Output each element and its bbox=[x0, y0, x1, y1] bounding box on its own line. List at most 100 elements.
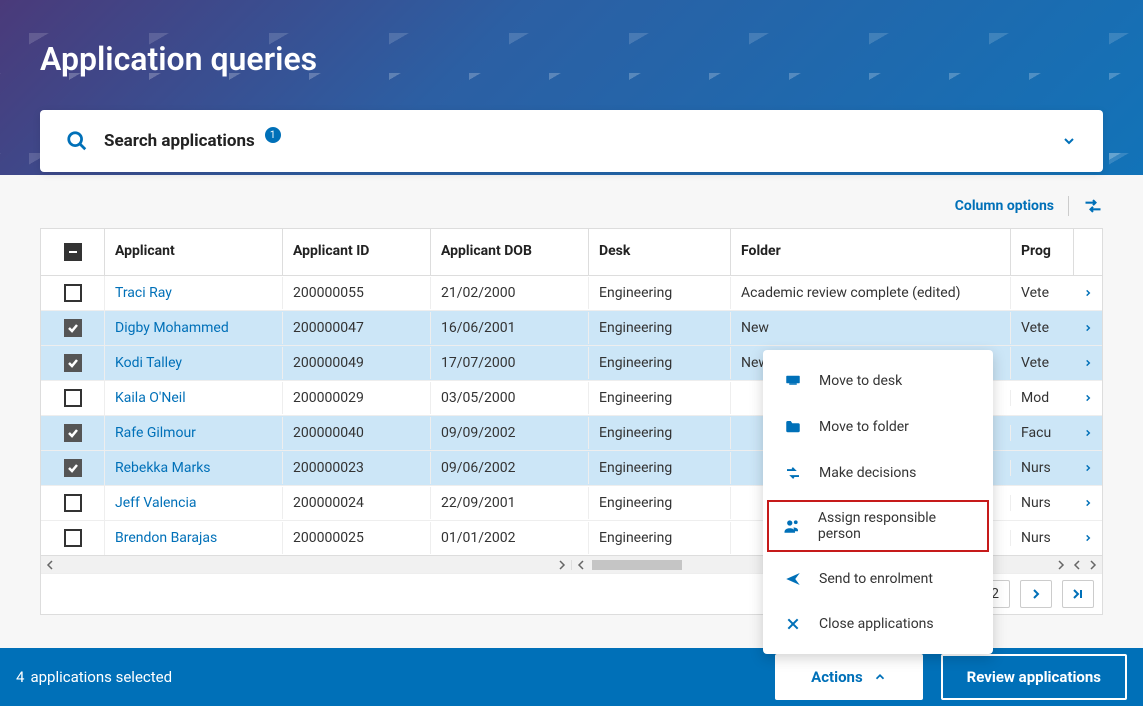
chevron-up-icon bbox=[873, 670, 887, 684]
menu-label: Make decisions bbox=[819, 465, 916, 481]
actions-label: Actions bbox=[811, 668, 863, 686]
applicant-program: Nurs bbox=[1011, 487, 1074, 519]
search-icon bbox=[66, 130, 88, 152]
applicant-link[interactable]: Kaila O'Neil bbox=[115, 390, 186, 406]
row-expand-button[interactable] bbox=[1074, 489, 1102, 517]
menu-label: Move to desk bbox=[819, 373, 902, 389]
collapse-columns-icon[interactable] bbox=[1083, 198, 1103, 214]
row-expand-button[interactable] bbox=[1074, 524, 1102, 552]
applicant-folder: New bbox=[731, 312, 1011, 344]
applicant-desk: Engineering bbox=[589, 277, 731, 309]
applicant-link[interactable]: Rebekka Marks bbox=[115, 460, 211, 476]
applicant-link[interactable]: Traci Ray bbox=[115, 285, 172, 301]
decision-icon bbox=[783, 464, 803, 482]
scroll-left-icon[interactable] bbox=[1072, 560, 1082, 570]
row-checkbox[interactable] bbox=[64, 424, 82, 442]
applicant-dob: 03/05/2000 bbox=[431, 382, 589, 414]
row-checkbox[interactable] bbox=[64, 284, 82, 302]
toolbar-divider bbox=[1068, 196, 1069, 216]
row-expand-button[interactable] bbox=[1074, 454, 1102, 482]
applicant-program: Vete bbox=[1011, 347, 1074, 379]
applicant-desk: Engineering bbox=[589, 522, 731, 554]
row-checkbox[interactable] bbox=[64, 494, 82, 512]
review-label: Review applications bbox=[967, 668, 1101, 686]
col-header-applicant-id[interactable]: Applicant ID bbox=[283, 229, 431, 275]
applicant-id: 200000023 bbox=[283, 452, 431, 484]
page-title: Application queries bbox=[40, 40, 1103, 78]
row-checkbox[interactable] bbox=[64, 529, 82, 547]
send-icon bbox=[783, 570, 803, 588]
scroll-right-icon[interactable] bbox=[1088, 560, 1098, 570]
scroll-right-icon[interactable] bbox=[557, 560, 567, 570]
menu-make-decisions[interactable]: Make decisions bbox=[763, 450, 993, 496]
applicant-desk: Engineering bbox=[589, 417, 731, 449]
row-expand-button[interactable] bbox=[1074, 314, 1102, 342]
table-row[interactable]: Traci Ray20000005521/02/2000EngineeringA… bbox=[41, 276, 1102, 311]
applicant-program: Nurs bbox=[1011, 522, 1074, 554]
menu-send-to-enrolment[interactable]: Send to enrolment bbox=[763, 556, 993, 602]
row-expand-button[interactable] bbox=[1074, 349, 1102, 377]
menu-move-to-folder[interactable]: Move to folder bbox=[763, 404, 993, 450]
applicant-link[interactable]: Kodi Talley bbox=[115, 355, 182, 371]
menu-label: Send to enrolment bbox=[819, 571, 933, 587]
col-header-program[interactable]: Prog bbox=[1011, 229, 1074, 275]
applicant-id: 200000029 bbox=[283, 382, 431, 414]
column-options-button[interactable]: Column options bbox=[955, 198, 1054, 214]
scroll-thumb[interactable] bbox=[592, 560, 682, 570]
row-checkbox[interactable] bbox=[64, 354, 82, 372]
menu-label: Assign responsible person bbox=[818, 510, 973, 542]
applicant-desk: Engineering bbox=[589, 312, 731, 344]
expand-search-icon[interactable] bbox=[1061, 133, 1077, 149]
row-checkbox[interactable] bbox=[64, 389, 82, 407]
applicant-program: Mod bbox=[1011, 382, 1074, 414]
search-count-badge: 1 bbox=[265, 127, 281, 143]
scroll-right-icon[interactable] bbox=[1056, 560, 1066, 570]
col-header-applicant[interactable]: Applicant bbox=[105, 229, 283, 275]
menu-close-applications[interactable]: Close applications bbox=[763, 602, 993, 646]
applicant-link[interactable]: Rafe Gilmour bbox=[115, 425, 196, 441]
applicant-link[interactable]: Brendon Barajas bbox=[115, 530, 217, 546]
applicant-dob: 21/02/2000 bbox=[431, 277, 589, 309]
row-checkbox[interactable] bbox=[64, 459, 82, 477]
actions-button[interactable]: Actions bbox=[775, 654, 923, 700]
row-expand-button[interactable] bbox=[1074, 279, 1102, 307]
applicant-desk: Engineering bbox=[589, 487, 731, 519]
applicant-id: 200000055 bbox=[283, 277, 431, 309]
applicant-program: Vete bbox=[1011, 277, 1074, 309]
folder-icon bbox=[783, 418, 803, 436]
search-panel[interactable]: Search applications 1 bbox=[40, 110, 1103, 172]
menu-assign-responsible-person[interactable]: Assign responsible person bbox=[763, 496, 993, 556]
select-all-checkbox[interactable] bbox=[64, 243, 82, 261]
applicant-link[interactable]: Jeff Valencia bbox=[115, 495, 196, 511]
table-row[interactable]: Digby Mohammed 20000004716/06/2001Enginee… bbox=[41, 311, 1102, 346]
applicant-id: 200000047 bbox=[283, 312, 431, 344]
menu-move-to-desk[interactable]: Move to desk bbox=[763, 358, 993, 404]
applicant-link[interactable]: Digby Mohammed bbox=[115, 320, 229, 336]
selected-label: applications selected bbox=[30, 668, 172, 686]
applicant-dob: 09/06/2002 bbox=[431, 452, 589, 484]
row-expand-button[interactable] bbox=[1074, 419, 1102, 447]
applicant-desk: Engineering bbox=[589, 382, 731, 414]
table-toolbar: Column options bbox=[955, 196, 1103, 216]
review-applications-button[interactable]: Review applications bbox=[941, 654, 1127, 700]
close-icon bbox=[783, 616, 803, 632]
person-icon bbox=[783, 517, 802, 535]
applicant-dob: 16/06/2001 bbox=[431, 312, 589, 344]
scroll-left-icon[interactable] bbox=[45, 560, 55, 570]
desk-icon bbox=[783, 372, 803, 390]
selected-count: 4 bbox=[16, 668, 24, 686]
scroll-left-icon[interactable] bbox=[576, 560, 586, 570]
last-page-button[interactable] bbox=[1062, 580, 1094, 608]
col-header-applicant-dob[interactable]: Applicant DOB bbox=[431, 229, 589, 275]
search-title: Search applications bbox=[104, 131, 255, 151]
applicant-program: Facu bbox=[1011, 417, 1074, 449]
row-expand-button[interactable] bbox=[1074, 384, 1102, 412]
applicant-id: 200000049 bbox=[283, 347, 431, 379]
row-checkbox[interactable] bbox=[64, 319, 82, 337]
applicant-program: Vete bbox=[1011, 312, 1074, 344]
col-header-folder[interactable]: Folder bbox=[731, 229, 1011, 275]
col-header-desk[interactable]: Desk bbox=[589, 229, 731, 275]
next-page-button[interactable] bbox=[1020, 580, 1052, 608]
applicant-dob: 01/01/2002 bbox=[431, 522, 589, 554]
selection-status-bar: 4 applications selected Actions Review a… bbox=[0, 648, 1143, 706]
